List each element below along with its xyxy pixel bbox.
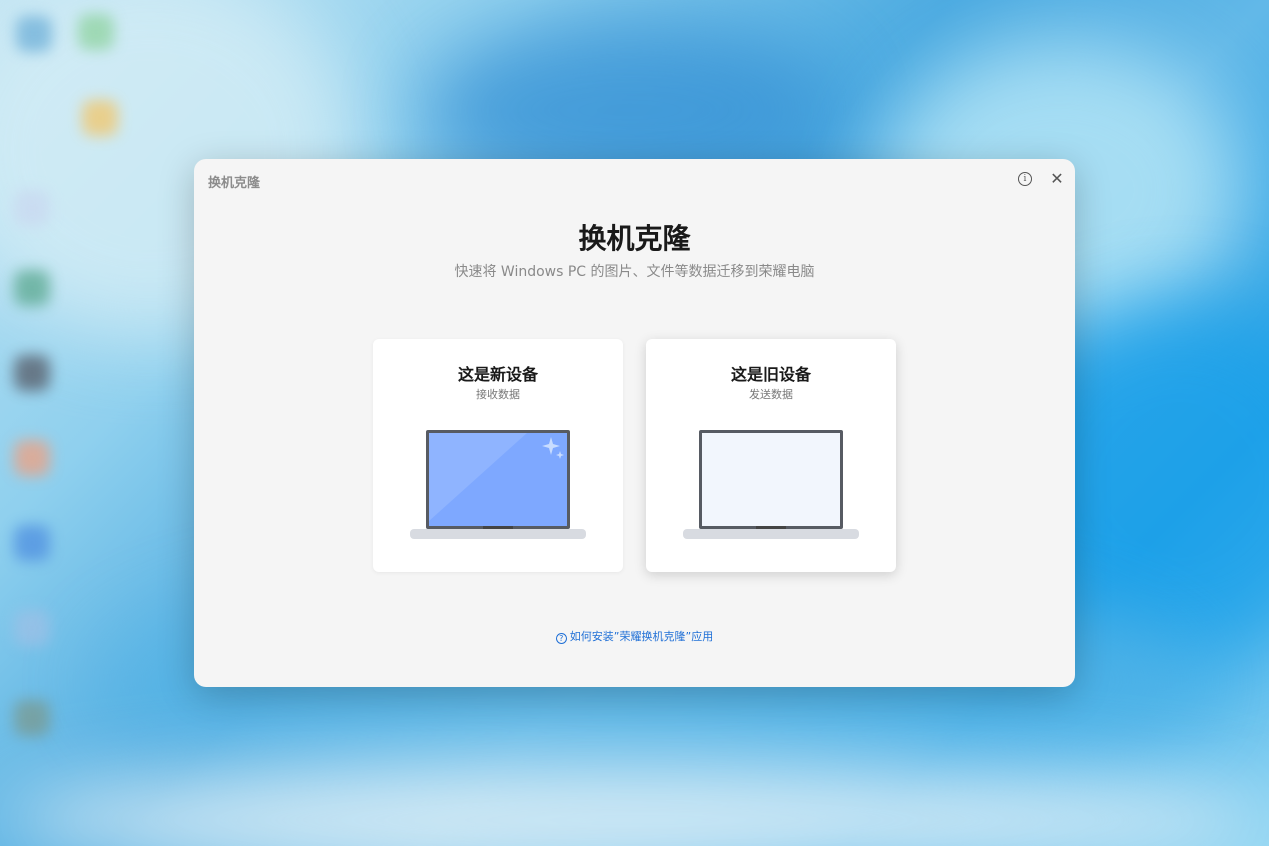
desktop-app-icon[interactable] [14, 355, 50, 391]
info-icon[interactable]: i [1018, 172, 1032, 186]
new-device-card[interactable]: 这是新设备 接收数据 [373, 339, 623, 572]
install-help-link[interactable]: ? 如何安装”荣耀换机克隆”应用 [194, 628, 1075, 644]
page-subtitle: 快速将 Windows PC 的图片、文件等数据迁移到荣耀电脑 [454, 264, 815, 280]
page-title: 换机克隆 [578, 222, 691, 255]
desktop-app-icon[interactable] [16, 16, 52, 52]
desktop-app-icon[interactable] [14, 270, 50, 306]
desktop-app-icon[interactable] [14, 190, 50, 226]
desktop-app-icon[interactable] [82, 100, 118, 136]
window-title: 换机克隆 [208, 176, 261, 191]
close-icon[interactable]: ✕ [1049, 169, 1065, 189]
old-device-subtitle: 发送数据 [749, 388, 793, 401]
desktop-app-icon[interactable] [14, 525, 50, 561]
question-circle-icon: ? [555, 633, 567, 644]
desktop-app-icon[interactable] [14, 610, 50, 646]
laptop-new-icon [410, 430, 586, 539]
phone-clone-dialog: 换机克隆 i ✕ 换机克隆 快速将 Windows PC 的图片、文件等数据迁移… [194, 159, 1075, 687]
old-device-title: 这是旧设备 [730, 365, 811, 384]
desktop-app-icon[interactable] [14, 440, 50, 476]
desktop-app-icon[interactable] [78, 14, 114, 50]
new-device-title: 这是新设备 [457, 365, 538, 384]
laptop-old-icon [683, 430, 859, 539]
old-device-card[interactable]: 这是旧设备 发送数据 [646, 339, 896, 572]
new-device-subtitle: 接收数据 [476, 388, 520, 401]
install-help-label: 如何安装”荣耀换机克隆”应用 [569, 630, 714, 643]
desktop-app-icon[interactable] [14, 700, 50, 736]
